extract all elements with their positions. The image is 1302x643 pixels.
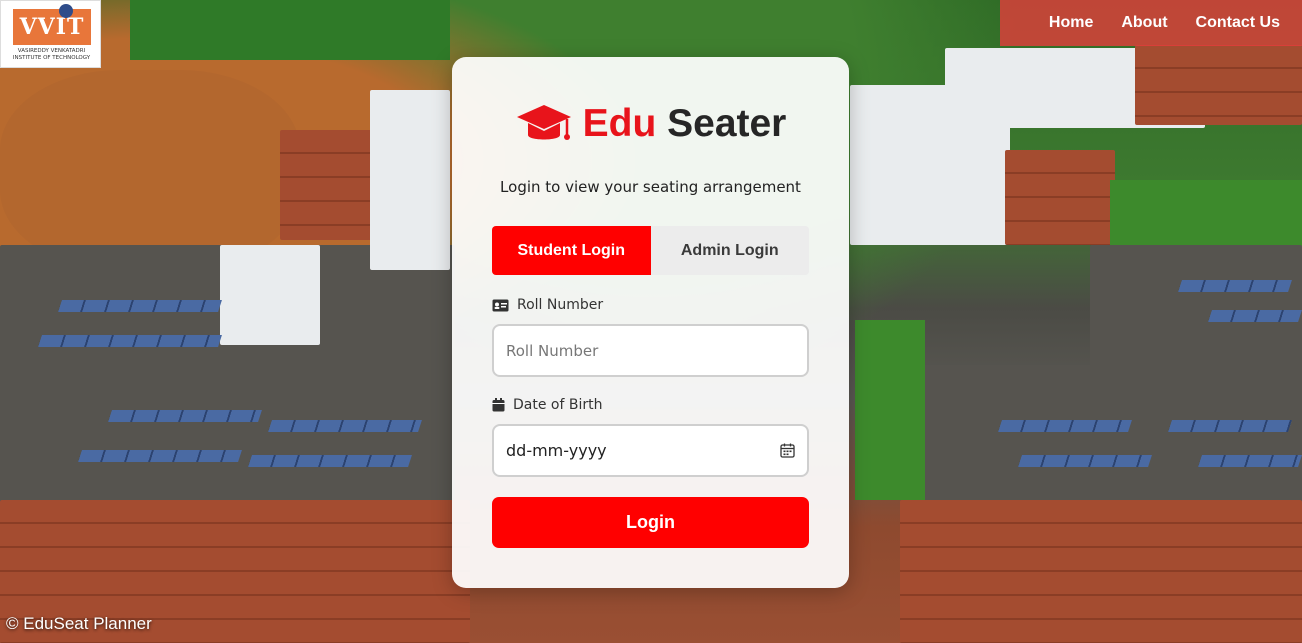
id-card-icon — [492, 299, 509, 311]
nav-about-link[interactable]: About — [1107, 14, 1181, 32]
dob-label: Date of Birth — [492, 397, 602, 413]
roll-number-label-text: Roll Number — [517, 297, 604, 313]
login-card: Edu Seater Login to view your seating ar… — [452, 57, 849, 588]
brand-name-seater: Seater — [656, 102, 787, 145]
tab-student-login[interactable]: Student Login — [492, 226, 651, 275]
nav-home-link[interactable]: Home — [1035, 14, 1107, 32]
logo-subtitle: VASIREDDY VENKATADRI INSTITUTE OF TECHNO… — [12, 48, 91, 61]
top-navigation: Home About Contact Us — [1000, 0, 1302, 46]
dob-label-text: Date of Birth — [513, 397, 603, 413]
brand-name: Edu Seater — [583, 102, 787, 146]
roll-number-field[interactable] — [492, 324, 809, 377]
footer-copyright: © EduSeat Planner — [6, 614, 152, 633]
date-picker-icon[interactable] — [780, 443, 795, 458]
roll-number-input[interactable] — [506, 341, 795, 360]
graduation-cap-icon — [516, 105, 571, 140]
brand-name-edu: Edu — [582, 102, 657, 145]
brand-header: Edu Seater — [452, 101, 849, 147]
roll-number-label: Roll Number — [492, 297, 603, 313]
calendar-icon — [492, 398, 505, 412]
institute-logo[interactable]: VVIT VASIREDDY VENKATADRI INSTITUTE OF T… — [0, 0, 101, 68]
dob-field[interactable]: dd-mm-yyyy — [492, 424, 809, 477]
login-button[interactable]: Login — [492, 497, 809, 548]
globe-icon — [59, 4, 73, 18]
login-subtitle: Login to view your seating arrangement — [500, 178, 801, 196]
tab-admin-login[interactable]: Admin Login — [650, 226, 809, 275]
logo-badge: VVIT — [13, 9, 91, 45]
nav-contact-link[interactable]: Contact Us — [1182, 14, 1294, 32]
dob-input-value[interactable]: dd-mm-yyyy — [506, 441, 780, 460]
login-type-tabs: Student Login Admin Login — [492, 226, 809, 275]
